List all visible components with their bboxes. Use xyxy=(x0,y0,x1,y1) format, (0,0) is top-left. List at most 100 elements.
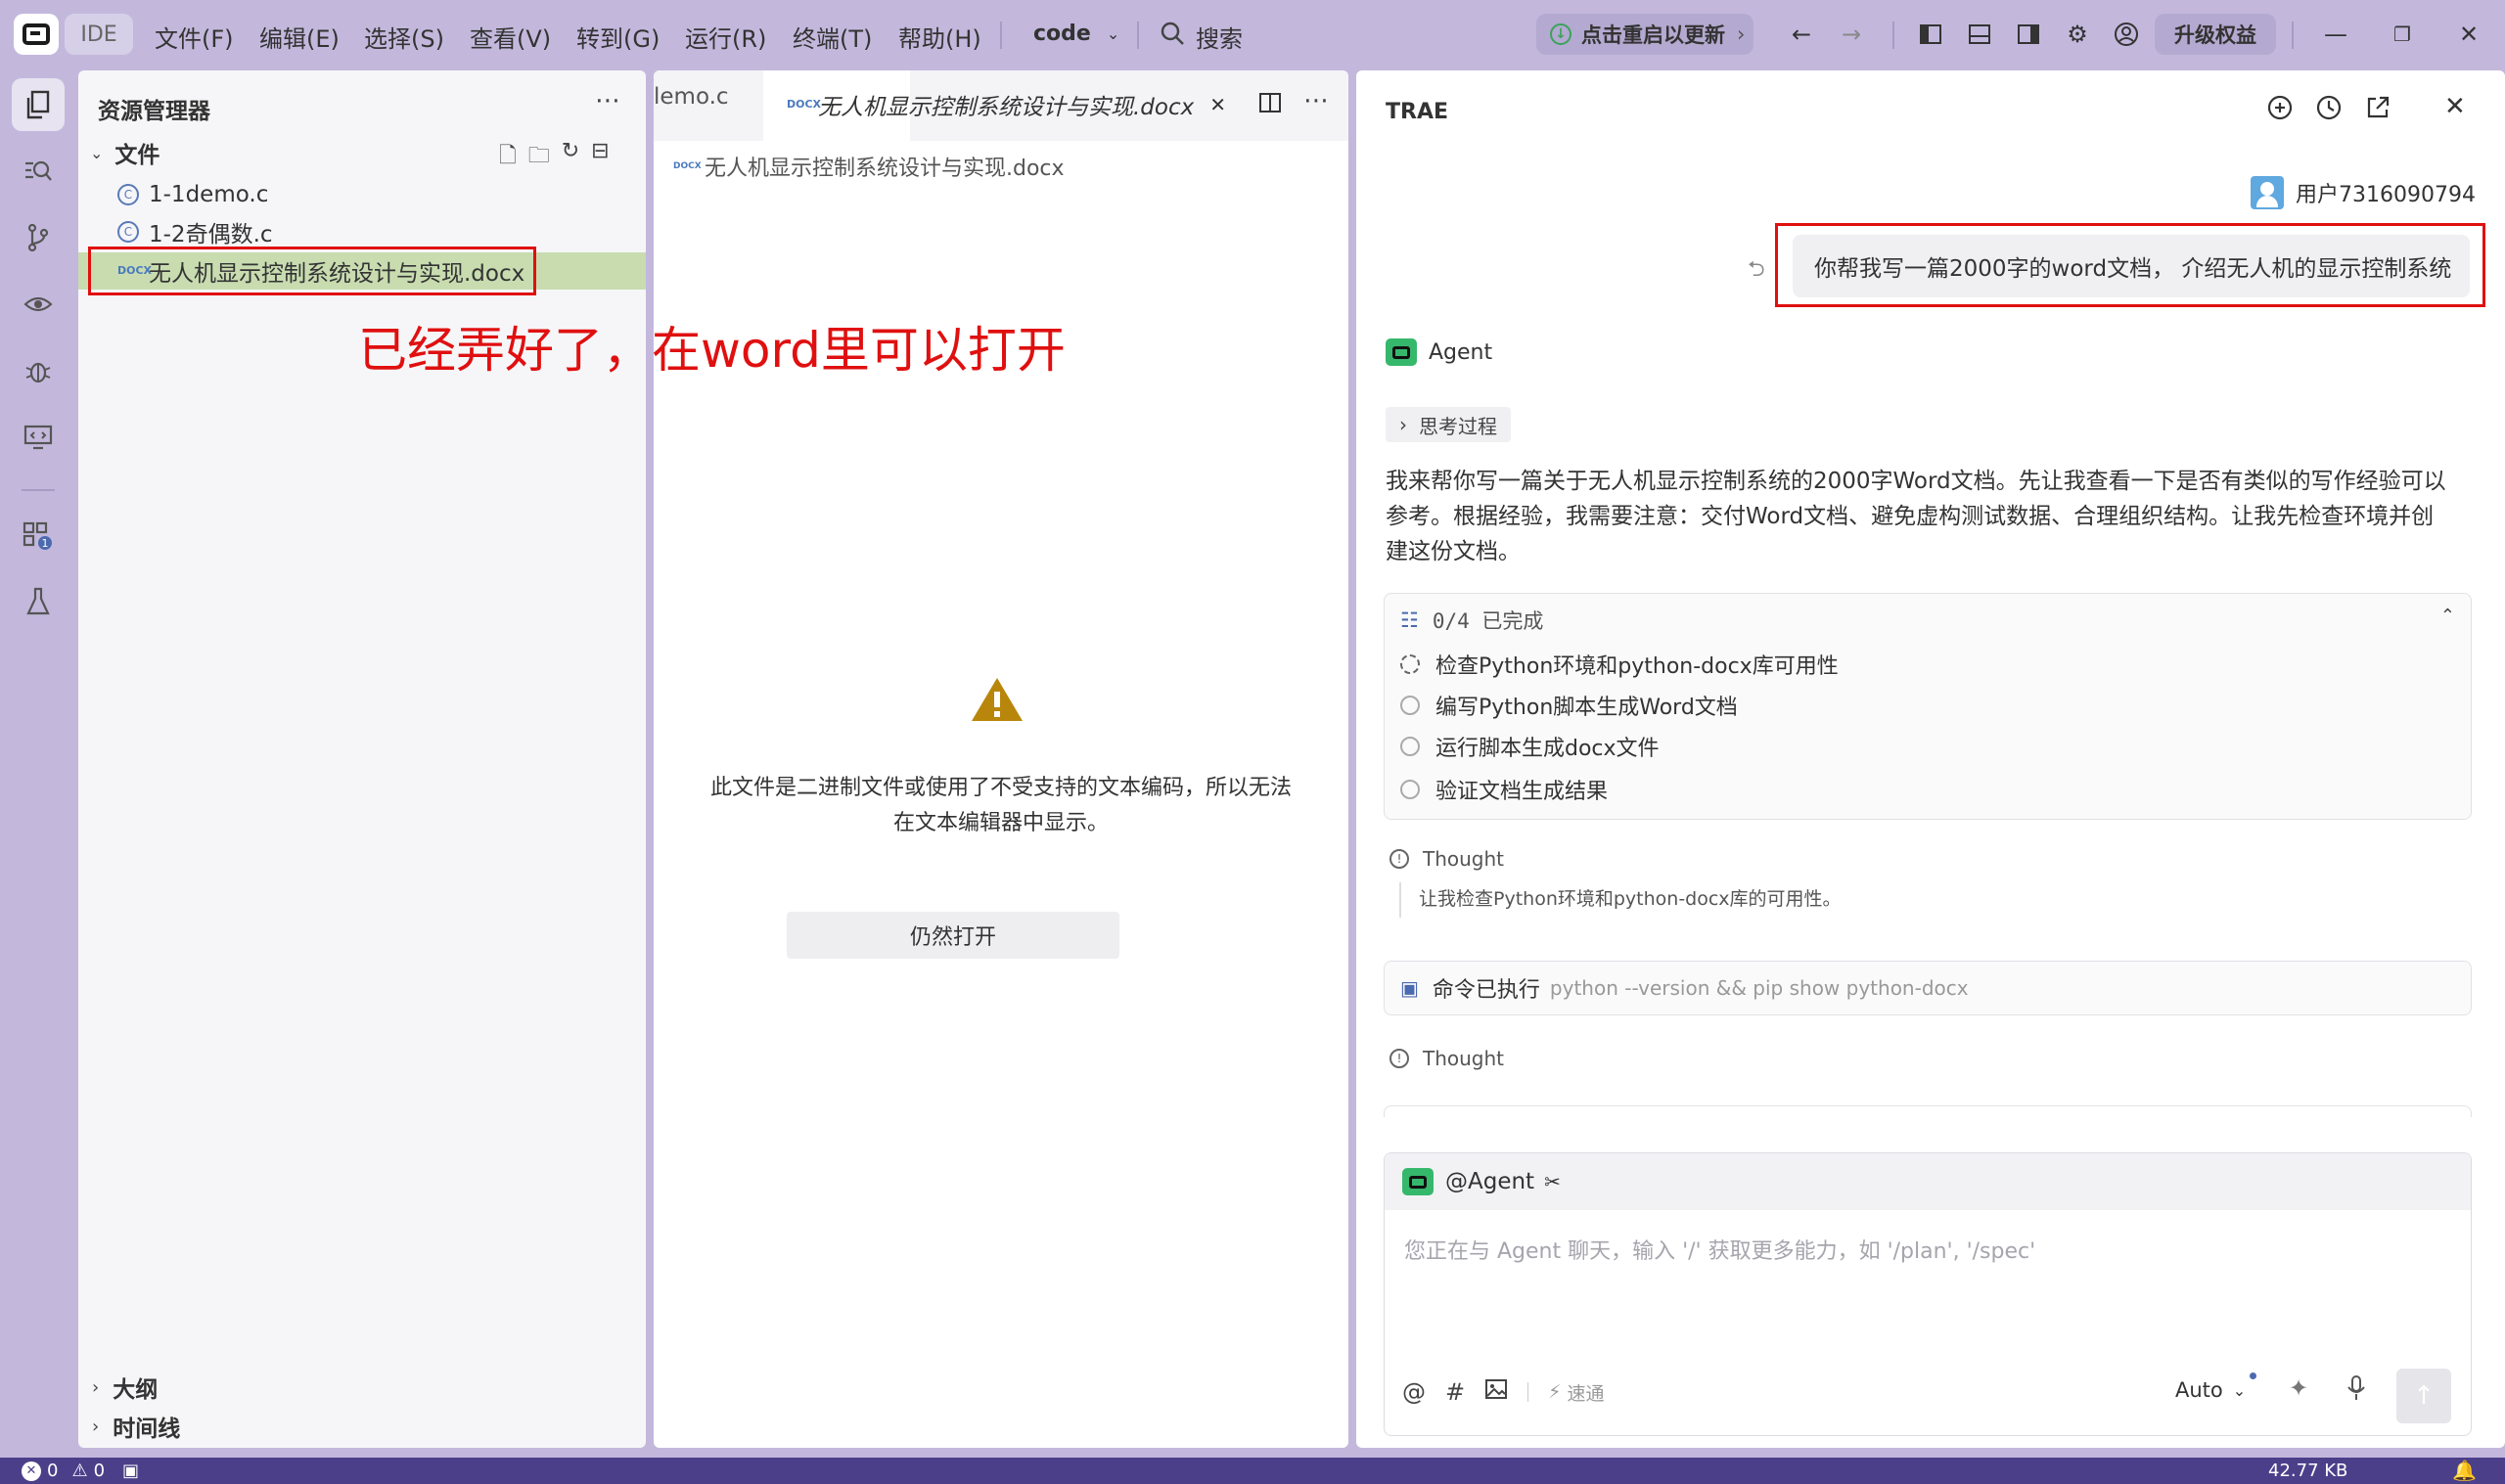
ide-mode-pill[interactable]: IDE xyxy=(65,14,133,55)
mention-icon[interactable]: @ xyxy=(1402,1378,1426,1406)
undo-icon[interactable]: ⮌ xyxy=(1748,252,1765,290)
tab-lemo[interactable]: lemo.c xyxy=(654,84,729,110)
source-control-icon[interactable] xyxy=(12,211,65,264)
todo-text: 编写Python脚本生成Word文档 xyxy=(1435,696,1738,720)
history-icon[interactable] xyxy=(2315,94,2343,125)
editor-more-icon[interactable]: ⋯ xyxy=(1303,86,1330,115)
remote-explorer-icon[interactable] xyxy=(12,278,65,331)
app-logo-icon[interactable] xyxy=(14,14,59,55)
menu-terminal[interactable]: 终端(T) xyxy=(793,20,872,54)
restore-icon[interactable]: ❐ xyxy=(2388,20,2417,49)
thought-block[interactable]: ! Thought xyxy=(1389,847,1504,871)
gear-icon[interactable]: ⚙ xyxy=(2063,20,2092,49)
file-item-1-1demo[interactable]: C 1-1demo.c xyxy=(78,176,646,213)
error-count: 0 xyxy=(47,1461,59,1481)
menu-select[interactable]: 选择(S) xyxy=(364,20,444,54)
menu-goto[interactable]: 转到(G) xyxy=(576,20,660,54)
new-folder-icon[interactable]: 🗀 xyxy=(528,139,550,176)
more-actions-icon[interactable]: ⋯ xyxy=(595,86,621,115)
refresh-icon[interactable]: ↻ xyxy=(562,139,579,176)
thought-block[interactable]: ! Thought xyxy=(1389,1047,1504,1070)
back-arrow-icon[interactable]: ← xyxy=(1787,20,1816,49)
extensions-icon[interactable]: 1 xyxy=(12,509,65,562)
chevron-right-icon: › xyxy=(1737,22,1746,46)
restart-update-button[interactable]: ↓ 点击重启以更新 › xyxy=(1536,14,1754,55)
files-section-header[interactable]: ⌄ 文件 🗋 🗀 ↻ ⊟ xyxy=(78,135,646,170)
minimize-icon[interactable]: — xyxy=(2321,20,2350,49)
close-tab-icon[interactable]: ✕ xyxy=(1209,93,1226,116)
thinking-process-toggle[interactable]: › 思考过程 xyxy=(1386,407,1511,442)
input-toolbar-left: @ # ⚡ 速通 xyxy=(1402,1378,1604,1406)
docx-file-icon: DOCX xyxy=(787,98,822,111)
menu-file[interactable]: 文件(F) xyxy=(155,20,234,54)
c-file-icon: C xyxy=(117,221,139,243)
menu-view[interactable]: 查看(V) xyxy=(470,20,551,54)
chat-panel: TRAE ✕ 用户7316090794 ⮌ 你帮我写一篇2000字的word文档… xyxy=(1356,70,2505,1448)
new-chat-icon[interactable] xyxy=(2266,94,2294,127)
split-editor-icon[interactable] xyxy=(1258,92,1282,117)
image-icon[interactable] xyxy=(1484,1378,1508,1406)
file-item-1-2[interactable]: C 1-2奇偶数.c xyxy=(78,213,646,250)
timeline-section-header[interactable]: › 时间线 xyxy=(78,1409,646,1444)
todo-item: 编写Python脚本生成Word文档 xyxy=(1400,690,1738,721)
open-anyway-button[interactable]: 仍然打开 xyxy=(787,912,1119,959)
command-card[interactable]: ▣ 命令已执行 python --version && pip show pyt… xyxy=(1384,961,2472,1015)
debug-icon[interactable] xyxy=(12,344,65,397)
tools-icon[interactable]: ✂ xyxy=(1544,1170,1561,1193)
chat-input[interactable]: 您正在与 Agent 聊天，输入 '/' 获取更多能力，如 '/plan', '… xyxy=(1404,1234,2035,1265)
remote-display-icon[interactable] xyxy=(12,411,65,464)
pending-icon xyxy=(1400,780,1420,799)
new-file-icon[interactable]: 🗋 xyxy=(499,139,517,176)
mode-selector[interactable]: Auto ⌄ xyxy=(2175,1372,2256,1402)
separator xyxy=(22,489,55,491)
chevron-down-icon: ⌄ xyxy=(90,143,104,162)
search-button-label[interactable]: 搜索 xyxy=(1196,20,1243,54)
annotation-highlight-box xyxy=(88,247,536,295)
arrow-up-icon: ↑ xyxy=(2413,1381,2435,1411)
separator xyxy=(1000,22,1002,49)
problems-indicator[interactable]: ✕ 0 ⚠ 0 ▣ xyxy=(22,1461,139,1481)
notifications-bell-icon[interactable]: 🔔 xyxy=(2452,1459,2477,1482)
mode-label: Auto xyxy=(2175,1378,2223,1402)
close-panel-icon[interactable]: ✕ xyxy=(2444,92,2466,121)
sparkle-icon[interactable]: ✦ xyxy=(2289,1374,2308,1402)
todo-text: 检查Python环境和python-docx库可用性 xyxy=(1435,654,1839,679)
hash-icon[interactable]: # xyxy=(1445,1378,1465,1406)
tab-docx[interactable]: DOCX 无人机显示控制系统设计与实现.docx ✕ xyxy=(787,88,1226,121)
send-button[interactable]: ↑ xyxy=(2396,1369,2451,1423)
outline-section-header[interactable]: › 大纲 xyxy=(78,1370,646,1405)
toggle-sidebar-icon[interactable] xyxy=(1916,20,1945,49)
microphone-icon[interactable] xyxy=(2346,1374,2367,1406)
todo-header[interactable]: ☷ 0/4 已完成 xyxy=(1400,606,1543,635)
docx-file-icon: DOCX xyxy=(673,161,702,171)
pending-icon xyxy=(1400,696,1420,715)
account-icon[interactable] xyxy=(2112,20,2141,49)
explorer-icon[interactable] xyxy=(12,78,65,131)
speed-toggle[interactable]: ⚡ 速通 xyxy=(1548,1379,1604,1406)
toggle-secondary-sidebar-icon[interactable] xyxy=(2014,20,2043,49)
warning-count: 0 xyxy=(93,1461,106,1481)
outline-label: 大纲 xyxy=(113,1377,159,1403)
input-agent-header[interactable]: @Agent ✂ xyxy=(1385,1153,2471,1210)
open-external-icon[interactable] xyxy=(2364,94,2391,125)
collapse-icon[interactable]: ⌃ xyxy=(2440,606,2455,626)
search-code-icon[interactable] xyxy=(12,145,65,198)
avatar xyxy=(2251,176,2285,209)
breadcrumb[interactable]: DOCX 无人机显示控制系统设计与实现.docx xyxy=(673,151,1065,182)
forward-arrow-icon[interactable]: → xyxy=(1837,20,1866,49)
menu-run[interactable]: 运行(R) xyxy=(685,20,766,54)
workspace-selector[interactable]: code ⌄ xyxy=(1033,22,1119,46)
todo-item: 运行脚本生成docx文件 xyxy=(1400,731,1660,762)
menu-help[interactable]: 帮助(H) xyxy=(898,20,981,54)
toggle-panel-icon[interactable] xyxy=(1965,20,1994,49)
chat-title: TRAE xyxy=(1386,100,1449,124)
testing-flask-icon[interactable] xyxy=(12,575,65,628)
todo-progress: 0/4 已完成 xyxy=(1432,609,1544,633)
collapse-all-icon[interactable]: ⊟ xyxy=(591,139,609,176)
close-window-icon[interactable]: ✕ xyxy=(2454,20,2483,49)
upgrade-button[interactable]: 升级权益 xyxy=(2155,14,2276,55)
search-icon[interactable] xyxy=(1159,20,1186,51)
agent-response: 我来帮你写一篇关于无人机显示控制系统的2000字Word文档。先让我查看一下是否… xyxy=(1386,464,2482,569)
ports-icon: ▣ xyxy=(122,1461,140,1481)
menu-edit[interactable]: 编辑(E) xyxy=(259,20,340,54)
